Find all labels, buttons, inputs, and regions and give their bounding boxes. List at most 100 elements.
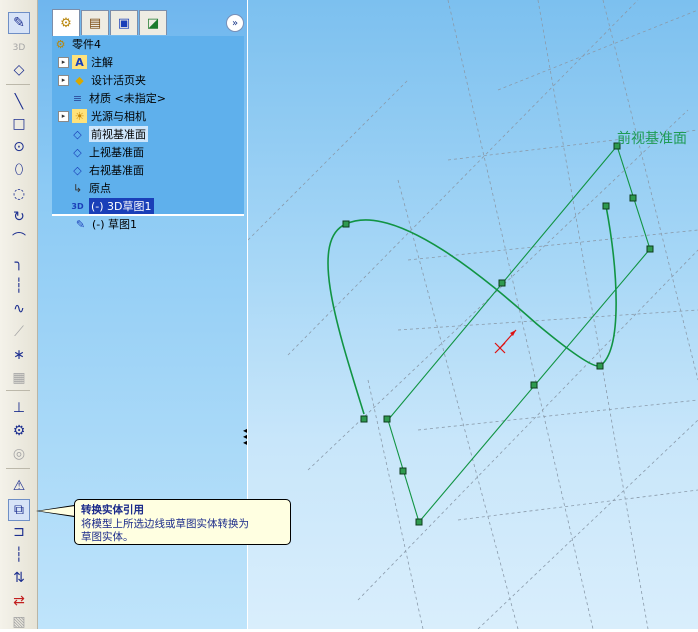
double-chevron-right-icon: » [231,17,239,29]
3d-sketch-icon: 3D [71,201,84,211]
tree-item-label: 光源与相机 [91,110,146,123]
tree-item-label: 材质 <未指定> [89,92,166,105]
tree-item-label: (-) 草图1 [92,218,138,231]
front-plane-icon: ◇ [73,127,82,141]
plane-grid [248,0,698,629]
tree-item-front-plane[interactable]: ◇ 前视基准面 [70,126,148,142]
grid-button[interactable]: ▦ [8,368,30,388]
offset-entities-icon: ⊐ [13,524,25,540]
part-icon: ⚙ [55,37,66,51]
tree-item-label: (-) 3D草图1 [89,198,154,214]
tooltip-convert-entities: 转换实体引用 将模型上所选边线或草图实体转换为 草图实体。 [74,499,291,545]
annotations-icon: A [72,55,87,69]
tree-item-label: 上视基准面 [89,146,144,159]
sketch-icon: ✎ [13,15,25,31]
centerline-button[interactable]: ┆ [8,276,30,296]
design-binder-icon: ◆ [75,73,84,87]
expand-arrow-icon[interactable]: ▸ [58,56,69,68]
tree-item-label: 原点 [89,182,111,195]
tree-item-3d-sketch[interactable]: 3D (-) 3D草图1 [70,198,154,214]
tangent-arc-icon: ↻ [13,209,25,225]
expand-panel-button[interactable]: » [226,14,244,32]
grid-icon: ▦ [12,370,26,386]
convert-entities-icon: ⧉ [14,502,24,518]
smart-dimension-button[interactable]: ◇ [8,60,30,80]
extend-button[interactable]: ⇅ [8,568,30,588]
rotate-button[interactable]: ▧ [8,612,30,632]
tab-display-manager[interactable]: ◪ [139,10,167,35]
expand-arrow-icon[interactable]: ▸ [58,110,69,122]
right-plane-icon: ◇ [73,163,82,177]
tree-root-part[interactable]: ⚙ 零件4 [53,36,101,52]
tooltip-title: 转换实体引用 [81,504,144,516]
mirror-button[interactable]: ⚠ [8,476,30,496]
spline-icon: ∿ [13,301,25,317]
tree-item-top-plane[interactable]: ◇ 上视基准面 [70,144,144,160]
sketch-icon: ✎ [75,217,86,231]
move-button[interactable]: ⇄ [8,591,30,611]
spline-button[interactable]: ∿ [8,299,30,319]
feature-manager-icon: ⚙ [60,15,72,31]
tree-item-label: 右视基准面 [89,164,144,177]
origin-icon: ↳ [72,181,83,195]
tangent-arc-button[interactable]: ↻ [8,207,30,227]
offset-entities-button[interactable]: ⊐ [8,522,30,542]
tree-root-label: 零件4 [72,38,101,51]
offset-button[interactable]: ◎ [8,444,30,464]
ellipse-icon: ⬯ [14,162,24,178]
move-icon: ⇄ [13,593,25,609]
circle-icon: ⊙ [13,139,25,155]
tree-item-right-plane[interactable]: ◇ 右视基准面 [70,162,144,178]
ellipse-button[interactable]: ⬯ [8,160,30,180]
expand-arrow-icon[interactable]: ▸ [58,74,69,86]
centerpoint-arc-icon: ◌ [12,186,26,202]
tree-item-annotations[interactable]: ▸ A 注解 [58,54,113,70]
top-plane-icon: ◇ [73,145,82,159]
centerpoint-arc-button[interactable]: ◌ [8,184,30,204]
graphics-area[interactable]: 前视基准面 [248,0,698,629]
offset-icon: ◎ [12,446,26,462]
fillet-icon: ╮ [14,255,24,271]
line-button[interactable]: ╲ [8,92,30,112]
convert-entities-button[interactable]: ⧉ [8,499,30,521]
3d-sketch-button[interactable]: 3D [8,38,30,58]
fillet-button[interactable]: ╮ [8,253,30,273]
rotate-icon: ▧ [12,614,26,630]
tree-item-origin[interactable]: ↳ 原点 [70,180,111,196]
sketch-points [342,142,654,526]
display-relations-button[interactable]: ⚙ [8,421,30,441]
feature-tree: ⚙ 零件4 ▸ A 注解 ▸ ◆ 设计活页夹 ≡ 材质 <未指定> ▸ ☀ 光源与相机 ◇ 前视基准面 ◇… [52,36,244,214]
tooltip-body-line2: 草图实体。 [81,531,134,543]
tree-item-sketch1[interactable]: ✎ (-) 草图1 [73,216,137,232]
plane-label: 前视基准面 [617,131,687,147]
tree-item-lights-cameras[interactable]: ▸ ☀ 光源与相机 [58,108,146,124]
toolbar-separator [6,468,30,469]
circle-button[interactable]: ⊙ [8,137,30,157]
trim-icon: ┆ [14,547,24,563]
sketch-button[interactable]: ✎ [8,12,30,34]
tab-property-manager[interactable]: ▤ [81,10,109,35]
material-icon: ≡ [72,91,83,105]
tree-item-label: 注解 [91,56,113,69]
tooltip-pointer-fill [39,506,75,516]
tab-configuration-manager[interactable]: ▣ [110,10,138,35]
tree-item-design-binder[interactable]: ▸ ◆ 设计活页夹 [58,72,146,88]
three-point-arc-button[interactable]: ⌒ [8,230,30,250]
add-relation-button[interactable]: ⊥ [8,398,30,418]
rectangle-button[interactable]: □ [8,114,30,134]
3d-sketch-icon: 3D [12,42,26,53]
dim-tool-button[interactable]: ⟋ [8,322,30,342]
toolbar-separator [6,84,30,85]
toolbar-separator [6,390,30,391]
three-point-arc-icon: ⌒ [12,232,26,248]
mirror-icon: ⚠ [12,478,26,494]
point-button[interactable]: ∗ [8,345,30,365]
trim-button[interactable]: ┆ [8,545,30,565]
panel-splitter-handle[interactable]: ◂ ◂ ◂ [243,427,247,450]
tab-feature-manager[interactable]: ⚙ [52,9,80,36]
property-manager-icon: ▤ [88,15,102,31]
centerline-icon: ┆ [14,278,24,294]
tree-item-material[interactable]: ≡ 材质 <未指定> [70,90,166,106]
rectangle-icon: □ [12,116,26,132]
tree-item-label: 前视基准面 [89,126,148,142]
